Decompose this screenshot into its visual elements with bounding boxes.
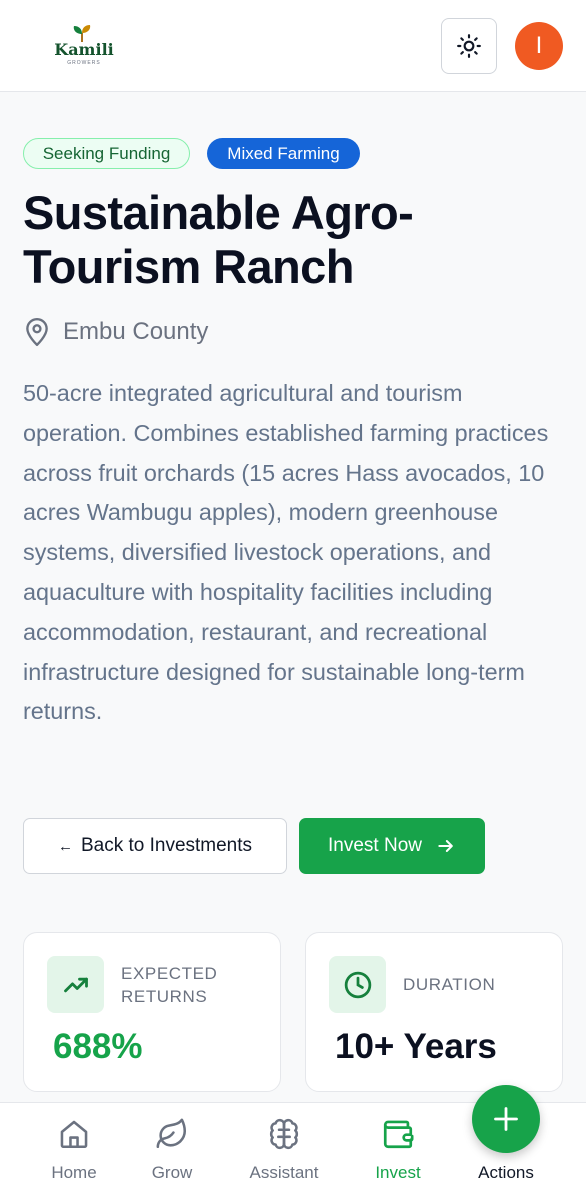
nav-label-invest: Invest [375, 1163, 421, 1182]
nav-item-actions[interactable]: Actions [470, 1163, 542, 1189]
expected-returns-card: EXPECTED RETURNS 688% [23, 932, 281, 1092]
nav-item-invest[interactable]: Invest [366, 1117, 430, 1189]
project-location: Embu County [24, 314, 208, 350]
invest-now-button[interactable]: Invest Now [299, 818, 485, 874]
project-description: 50-acre integrated agricultural and tour… [23, 380, 549, 725]
top-bar: Kamili GROWERS I [0, 0, 586, 92]
nav-label-actions: Actions [478, 1163, 534, 1182]
expected-returns-label: EXPECTED RETURNS [121, 964, 218, 1006]
kamili-logo[interactable]: Kamili GROWERS [54, 24, 114, 70]
arrow-right-icon [438, 840, 453, 852]
nav-item-assistant[interactable]: Assistant [240, 1117, 328, 1189]
wallet-icon [383, 1120, 414, 1149]
arrow-left-icon: ← [57, 837, 73, 855]
logo-subtitle: GROWERS [67, 60, 101, 66]
nav-label-grow: Grow [151, 1163, 193, 1182]
location-label: Embu County [63, 318, 209, 345]
map-pin-icon [26, 317, 48, 347]
user-avatar[interactable]: I [515, 22, 563, 70]
sun-icon [457, 34, 481, 58]
leaf-icon [156, 1118, 187, 1149]
nav-item-home[interactable]: Home [44, 1117, 104, 1189]
project-title: Sustainable Agro-Tourism Ranch [23, 186, 414, 293]
status-badge: Seeking Funding [23, 138, 190, 169]
nav-label-assistant: Assistant [249, 1163, 319, 1182]
category-badge: Mixed Farming [207, 138, 360, 169]
brain-icon [269, 1118, 299, 1150]
back-to-investments-button[interactable]: ← Back to Investments [23, 818, 287, 874]
duration-card: DURATION 10+ Years [305, 932, 563, 1092]
clock-icon [329, 956, 386, 1013]
nav-label-home: Home [51, 1163, 97, 1182]
plus-icon [494, 1107, 518, 1131]
trending-up-icon [47, 956, 104, 1013]
duration-label: DURATION [403, 975, 496, 994]
expected-returns-value: 688% [53, 1027, 143, 1066]
duration-value: 10+ Years [335, 1027, 497, 1066]
logo-name: Kamili [54, 40, 114, 59]
nav-item-grow[interactable]: Grow [142, 1117, 202, 1189]
theme-toggle-button[interactable] [441, 18, 497, 74]
invest-button-label: Invest Now [328, 835, 422, 856]
home-icon [60, 1120, 88, 1149]
back-button-label: Back to Investments [80, 835, 253, 856]
actions-fab-button[interactable] [472, 1085, 540, 1153]
